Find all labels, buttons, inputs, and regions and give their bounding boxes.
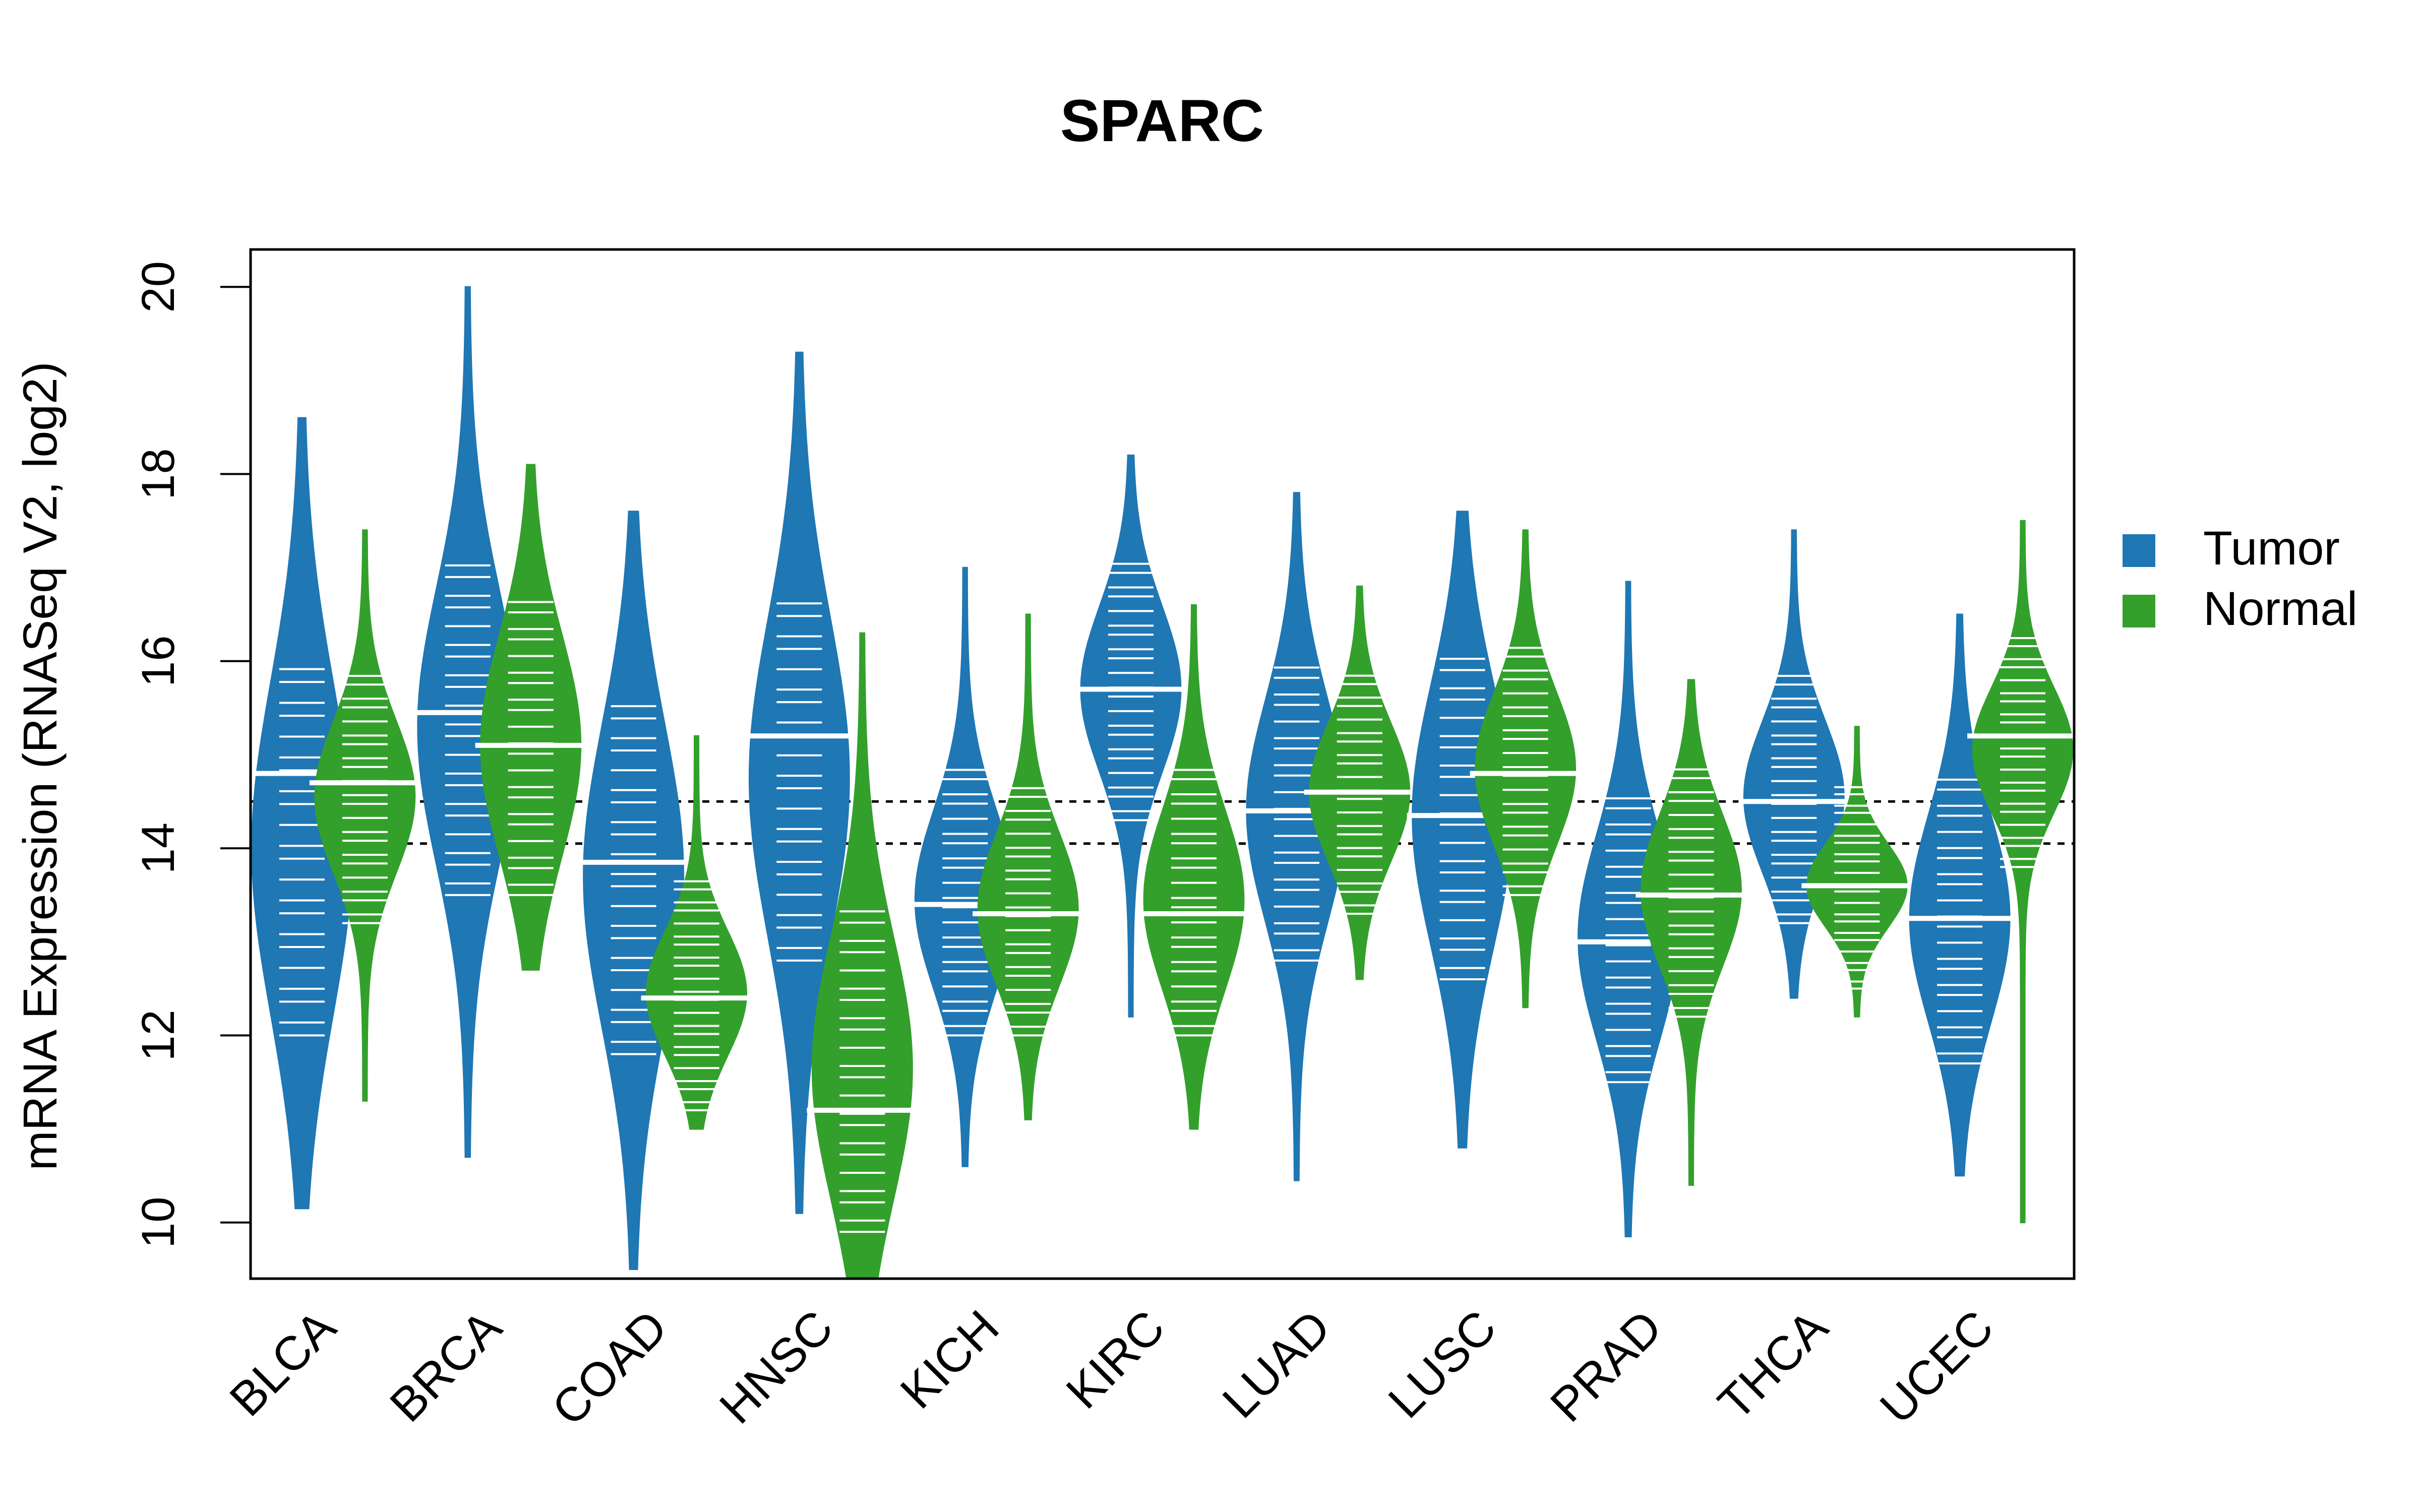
x-tick-label: BLCA	[220, 1300, 346, 1426]
violin-coad-tumor	[578, 511, 689, 1270]
violin-prad-normal	[1636, 679, 1747, 1186]
legend-swatch-tumor	[2123, 534, 2155, 567]
x-tick-label: PRAD	[1540, 1300, 1672, 1432]
violin-kich-normal	[973, 613, 1084, 1120]
y-tick-label: 18	[133, 448, 184, 499]
y-axis-label: mRNA Expression (RNASeq V2, log2)	[14, 361, 67, 1170]
violin-body	[583, 511, 685, 1270]
violins	[246, 286, 2079, 1280]
x-tick-label: THCA	[1708, 1300, 1838, 1430]
x-tick-label: UCEC	[1870, 1300, 2004, 1434]
y-tick-label: 20	[133, 261, 184, 312]
x-tick-label: LUAD	[1213, 1300, 1341, 1428]
chart-title: SPARC	[1060, 88, 1264, 154]
violin-body	[977, 613, 1079, 1120]
y-tick-label: 16	[133, 636, 184, 687]
violin-chart: SPARC mRNA Expression (RNASeq V2, log2) …	[14, 88, 2357, 1436]
violin-body	[1640, 679, 1742, 1186]
x-tick-label: LUSC	[1378, 1300, 1506, 1428]
legend-swatch-normal	[2123, 595, 2155, 627]
x-tick-label: KIRC	[1056, 1300, 1175, 1419]
legend: Tumor Normal	[2123, 522, 2357, 636]
legend-label-tumor: Tumor	[2203, 522, 2340, 575]
x-tick-label: COAD	[542, 1300, 678, 1436]
x-tick-label: BRCA	[380, 1300, 512, 1432]
x-tick-label: KICH	[890, 1300, 1009, 1419]
y-tick-label: 10	[133, 1196, 184, 1248]
y-tick-label: 12	[133, 1010, 184, 1061]
y-axis: 10 12 14 16 18 20	[133, 261, 252, 1248]
x-axis-labels: BLCA BRCA COAD HNSC KICH KIRC LUAD LUSC PRAD THCA…	[220, 1300, 2004, 1435]
legend-label-normal: Normal	[2203, 582, 2357, 636]
x-tick-label: HNSC	[709, 1300, 843, 1434]
y-tick-label: 14	[133, 823, 184, 874]
